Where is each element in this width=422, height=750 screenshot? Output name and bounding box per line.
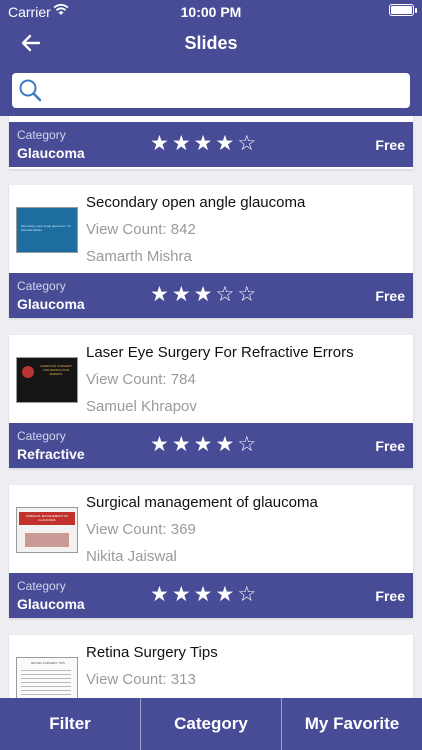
star-filled-icon: ★ [193, 582, 216, 606]
rating-stars: ★★★★☆ [150, 133, 259, 154]
thumbnail-text: Secondary open angle glaucoma · Dr. Sama… [21, 224, 72, 232]
star-filled-icon: ★ [150, 282, 172, 306]
card-footer: Category Glaucoma ★★★★☆ Free [9, 573, 413, 618]
slide-thumbnail: SURGICAL MANAGEMENT OF GLAUCOMA [16, 507, 78, 553]
star-empty-icon: ☆ [237, 131, 260, 155]
category-value: Glaucoma [17, 296, 85, 312]
star-filled-icon: ★ [171, 432, 194, 456]
slide-card[interactable]: LASER EYE SURGERY FOR REFRACTIVE ERRORS … [9, 335, 413, 468]
star-empty-icon: ☆ [237, 282, 260, 306]
card-body: RETINA SURGERY TIPS Retina Surgery Tips … [9, 635, 413, 698]
thumbnail-graphic [22, 366, 34, 378]
star-filled-icon: ★ [171, 582, 194, 606]
price-label: Free [375, 137, 405, 153]
card-footer: Category Refractive ★★★★☆ Free [9, 423, 413, 468]
price-label: Free [375, 588, 405, 604]
slide-thumbnail: LASER EYE SURGERY FOR REFRACTIVE ERRORS [16, 357, 78, 403]
author-name: Samuel Khrapov [86, 398, 197, 415]
category-value: Refractive [17, 446, 85, 462]
category-value: Glaucoma [17, 145, 85, 161]
slide-title: Surgical management of glaucoma [86, 494, 318, 511]
view-count: View Count: 784 [86, 371, 196, 388]
category-label: Category [17, 128, 66, 142]
rating-stars: ★★★☆☆ [150, 284, 259, 305]
card-footer: Category Glaucoma ★★★★☆ Free [9, 122, 413, 167]
card-body: Secondary open angle glaucoma · Dr. Sama… [9, 185, 413, 273]
star-filled-icon: ★ [171, 282, 194, 306]
search-icon [18, 78, 42, 102]
category-value: Glaucoma [17, 596, 85, 612]
thumbnail-lines [21, 670, 71, 671]
slide-thumbnail: Secondary open angle glaucoma · Dr. Sama… [16, 207, 78, 253]
thumbnail-graphic [25, 533, 69, 547]
slide-title: Laser Eye Surgery For Refractive Errors [86, 344, 354, 361]
star-filled-icon: ★ [193, 432, 216, 456]
filter-tab[interactable]: Filter [0, 698, 140, 750]
battery-icon [389, 4, 417, 16]
page-title: Slides [184, 33, 238, 53]
rating-stars: ★★★★☆ [150, 434, 259, 455]
star-empty-icon: ☆ [215, 282, 238, 306]
search-bar [12, 73, 410, 108]
slide-card[interactable]: RETINA SURGERY TIPS Retina Surgery Tips … [9, 635, 413, 698]
thumbnail-text: SURGICAL MANAGEMENT OF GLAUCOMA [25, 514, 69, 522]
price-label: Free [375, 438, 405, 454]
slide-thumbnail: RETINA SURGERY TIPS [16, 657, 78, 698]
view-count: View Count: 313 [86, 671, 196, 688]
slide-title: Secondary open angle glaucoma [86, 194, 306, 211]
author-name: Nikita Jaiswal [86, 548, 177, 565]
star-filled-icon: ★ [150, 432, 172, 456]
status-time: 10:00 PM [180, 4, 242, 20]
search-input[interactable] [48, 73, 404, 108]
rating-stars: ★★★★☆ [150, 584, 259, 605]
my-favorite-tab[interactable]: My Favorite [281, 698, 422, 750]
card-body: SURGICAL MANAGEMENT OF GLAUCOMA Surgical… [9, 485, 413, 573]
price-label: Free [375, 288, 405, 304]
star-empty-icon: ☆ [237, 582, 260, 606]
card-footer: Category Glaucoma ★★★☆☆ Free [9, 273, 413, 318]
thumbnail-text: RETINA SURGERY TIPS [31, 661, 65, 665]
navigation-header: Carrier 10:00 PM Slides [0, 0, 422, 116]
slides-list[interactable]: Category Glaucoma ★★★★☆ Free Secondary o… [0, 116, 422, 698]
author-name: Samarth Mishra [86, 248, 192, 265]
star-filled-icon: ★ [193, 282, 216, 306]
slide-card[interactable]: SURGICAL MANAGEMENT OF GLAUCOMA Surgical… [9, 485, 413, 618]
slide-title: Retina Surgery Tips [86, 644, 218, 661]
view-count: View Count: 842 [86, 221, 196, 238]
star-filled-icon: ★ [150, 131, 172, 155]
card-body: LASER EYE SURGERY FOR REFRACTIVE ERRORS … [9, 335, 413, 423]
star-filled-icon: ★ [150, 582, 172, 606]
thumbnail-text: LASER EYE SURGERY FOR REFRACTIVE ERRORS [39, 364, 73, 376]
status-bar: Carrier 10:00 PM [0, 0, 422, 22]
star-filled-icon: ★ [215, 582, 238, 606]
view-count: View Count: 369 [86, 521, 196, 538]
star-empty-icon: ☆ [237, 432, 260, 456]
slide-card[interactable]: Category Glaucoma ★★★★☆ Free [9, 116, 413, 169]
category-label: Category [17, 579, 66, 593]
category-label: Category [17, 279, 66, 293]
category-tab[interactable]: Category [140, 698, 281, 750]
star-filled-icon: ★ [215, 432, 238, 456]
star-filled-icon: ★ [193, 131, 216, 155]
star-filled-icon: ★ [171, 131, 194, 155]
slide-card[interactable]: Secondary open angle glaucoma · Dr. Sama… [9, 185, 413, 318]
category-label: Category [17, 429, 66, 443]
star-filled-icon: ★ [215, 131, 238, 155]
bottom-tab-bar: Filter Category My Favorite [0, 698, 422, 750]
